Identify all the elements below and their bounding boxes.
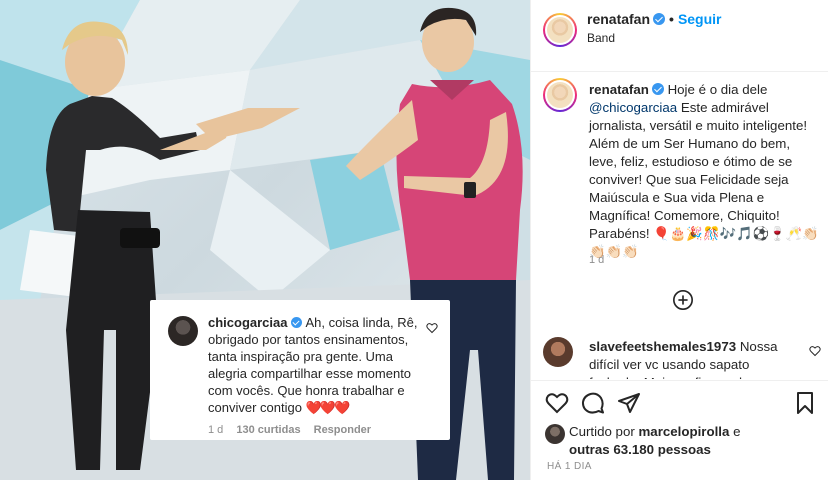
- liked-by-others[interactable]: outras 63.180 pessoas: [569, 442, 711, 457]
- caption-body: Este admirável jornalista, versátil e mu…: [589, 100, 819, 259]
- liked-by-user[interactable]: marcelopirolla: [638, 424, 729, 439]
- comment-text: slavefeetshemales1973 Nossa difícil ver …: [589, 338, 789, 379]
- avatar[interactable]: [543, 337, 573, 367]
- header-username[interactable]: renatafan: [587, 11, 650, 27]
- comment-username[interactable]: chicogarciaa: [208, 315, 288, 330]
- liked-by-connector: e: [733, 424, 741, 439]
- separator-dot: •: [669, 11, 674, 27]
- instagram-post: chicogarciaa Ah, coisa linda, Rê, obrigad…: [0, 0, 828, 480]
- avatar[interactable]: [543, 78, 577, 112]
- avatar[interactable]: [168, 316, 198, 346]
- comment-meta: 1 d 130 curtidas Responder: [208, 424, 381, 436]
- post-photo[interactable]: chicogarciaa Ah, coisa linda, Rê, obrigad…: [0, 0, 530, 480]
- avatar[interactable]: [543, 13, 577, 47]
- paper-plane-icon[interactable]: [617, 391, 641, 415]
- bookmark-icon[interactable]: [793, 391, 817, 415]
- verified-badge-icon: [653, 13, 666, 25]
- avatar[interactable]: [545, 424, 565, 444]
- heart-outline-icon[interactable]: [809, 345, 821, 357]
- caption-intro: Hoje é o dia dele: [667, 82, 768, 97]
- action-bar: Curtido por marcelopirolla e outras 63.1…: [531, 380, 828, 480]
- plus-circle-icon[interactable]: [672, 289, 694, 311]
- post-timestamp[interactable]: HÁ 1 DIA: [547, 461, 592, 472]
- heart-outline-icon[interactable]: [545, 391, 569, 415]
- profile-photo: [547, 17, 573, 43]
- comment-likes-link[interactable]: 130 curtidas: [236, 424, 300, 436]
- post-side-panel: renatafan • Seguir Band renatafan Hoje é o…: [530, 0, 828, 480]
- verified-badge-icon: [651, 83, 664, 95]
- reply-button[interactable]: Responder: [314, 424, 371, 436]
- post-header: renatafan • Seguir Band: [531, 0, 828, 72]
- profile-photo: [547, 82, 573, 108]
- verified-badge-icon: [290, 317, 302, 328]
- caption-username[interactable]: renatafan: [589, 82, 649, 97]
- caption-time: 1 d: [589, 254, 605, 266]
- follow-button[interactable]: Seguir: [678, 11, 722, 27]
- comment-username[interactable]: slavefeetshemales1973: [589, 339, 736, 354]
- mention-link[interactable]: @chicogarciaa: [589, 100, 677, 115]
- location-link[interactable]: Band: [587, 31, 615, 45]
- liked-by-text: Curtido por marcelopirolla e outras 63.1…: [569, 423, 769, 459]
- heart-outline-icon[interactable]: [426, 322, 438, 334]
- caption-text: renatafan Hoje é o dia dele @chicogarcia…: [589, 81, 821, 261]
- speech-bubble-icon[interactable]: [581, 391, 605, 415]
- comment-item: slavefeetshemales1973 Nossa difícil ver …: [543, 337, 823, 379]
- highlighted-comment-card: chicogarciaa Ah, coisa linda, Rê, obrigad…: [150, 300, 450, 440]
- comment-time: 1 d: [208, 424, 224, 436]
- comment-text: chicogarciaa Ah, coisa linda, Rê, obrigad…: [208, 314, 418, 416]
- liked-by-prefix: Curtido por: [569, 424, 635, 439]
- hearts-emoji: ❤️❤️❤️: [305, 400, 351, 415]
- header-username-row: renatafan • Seguir: [587, 11, 722, 27]
